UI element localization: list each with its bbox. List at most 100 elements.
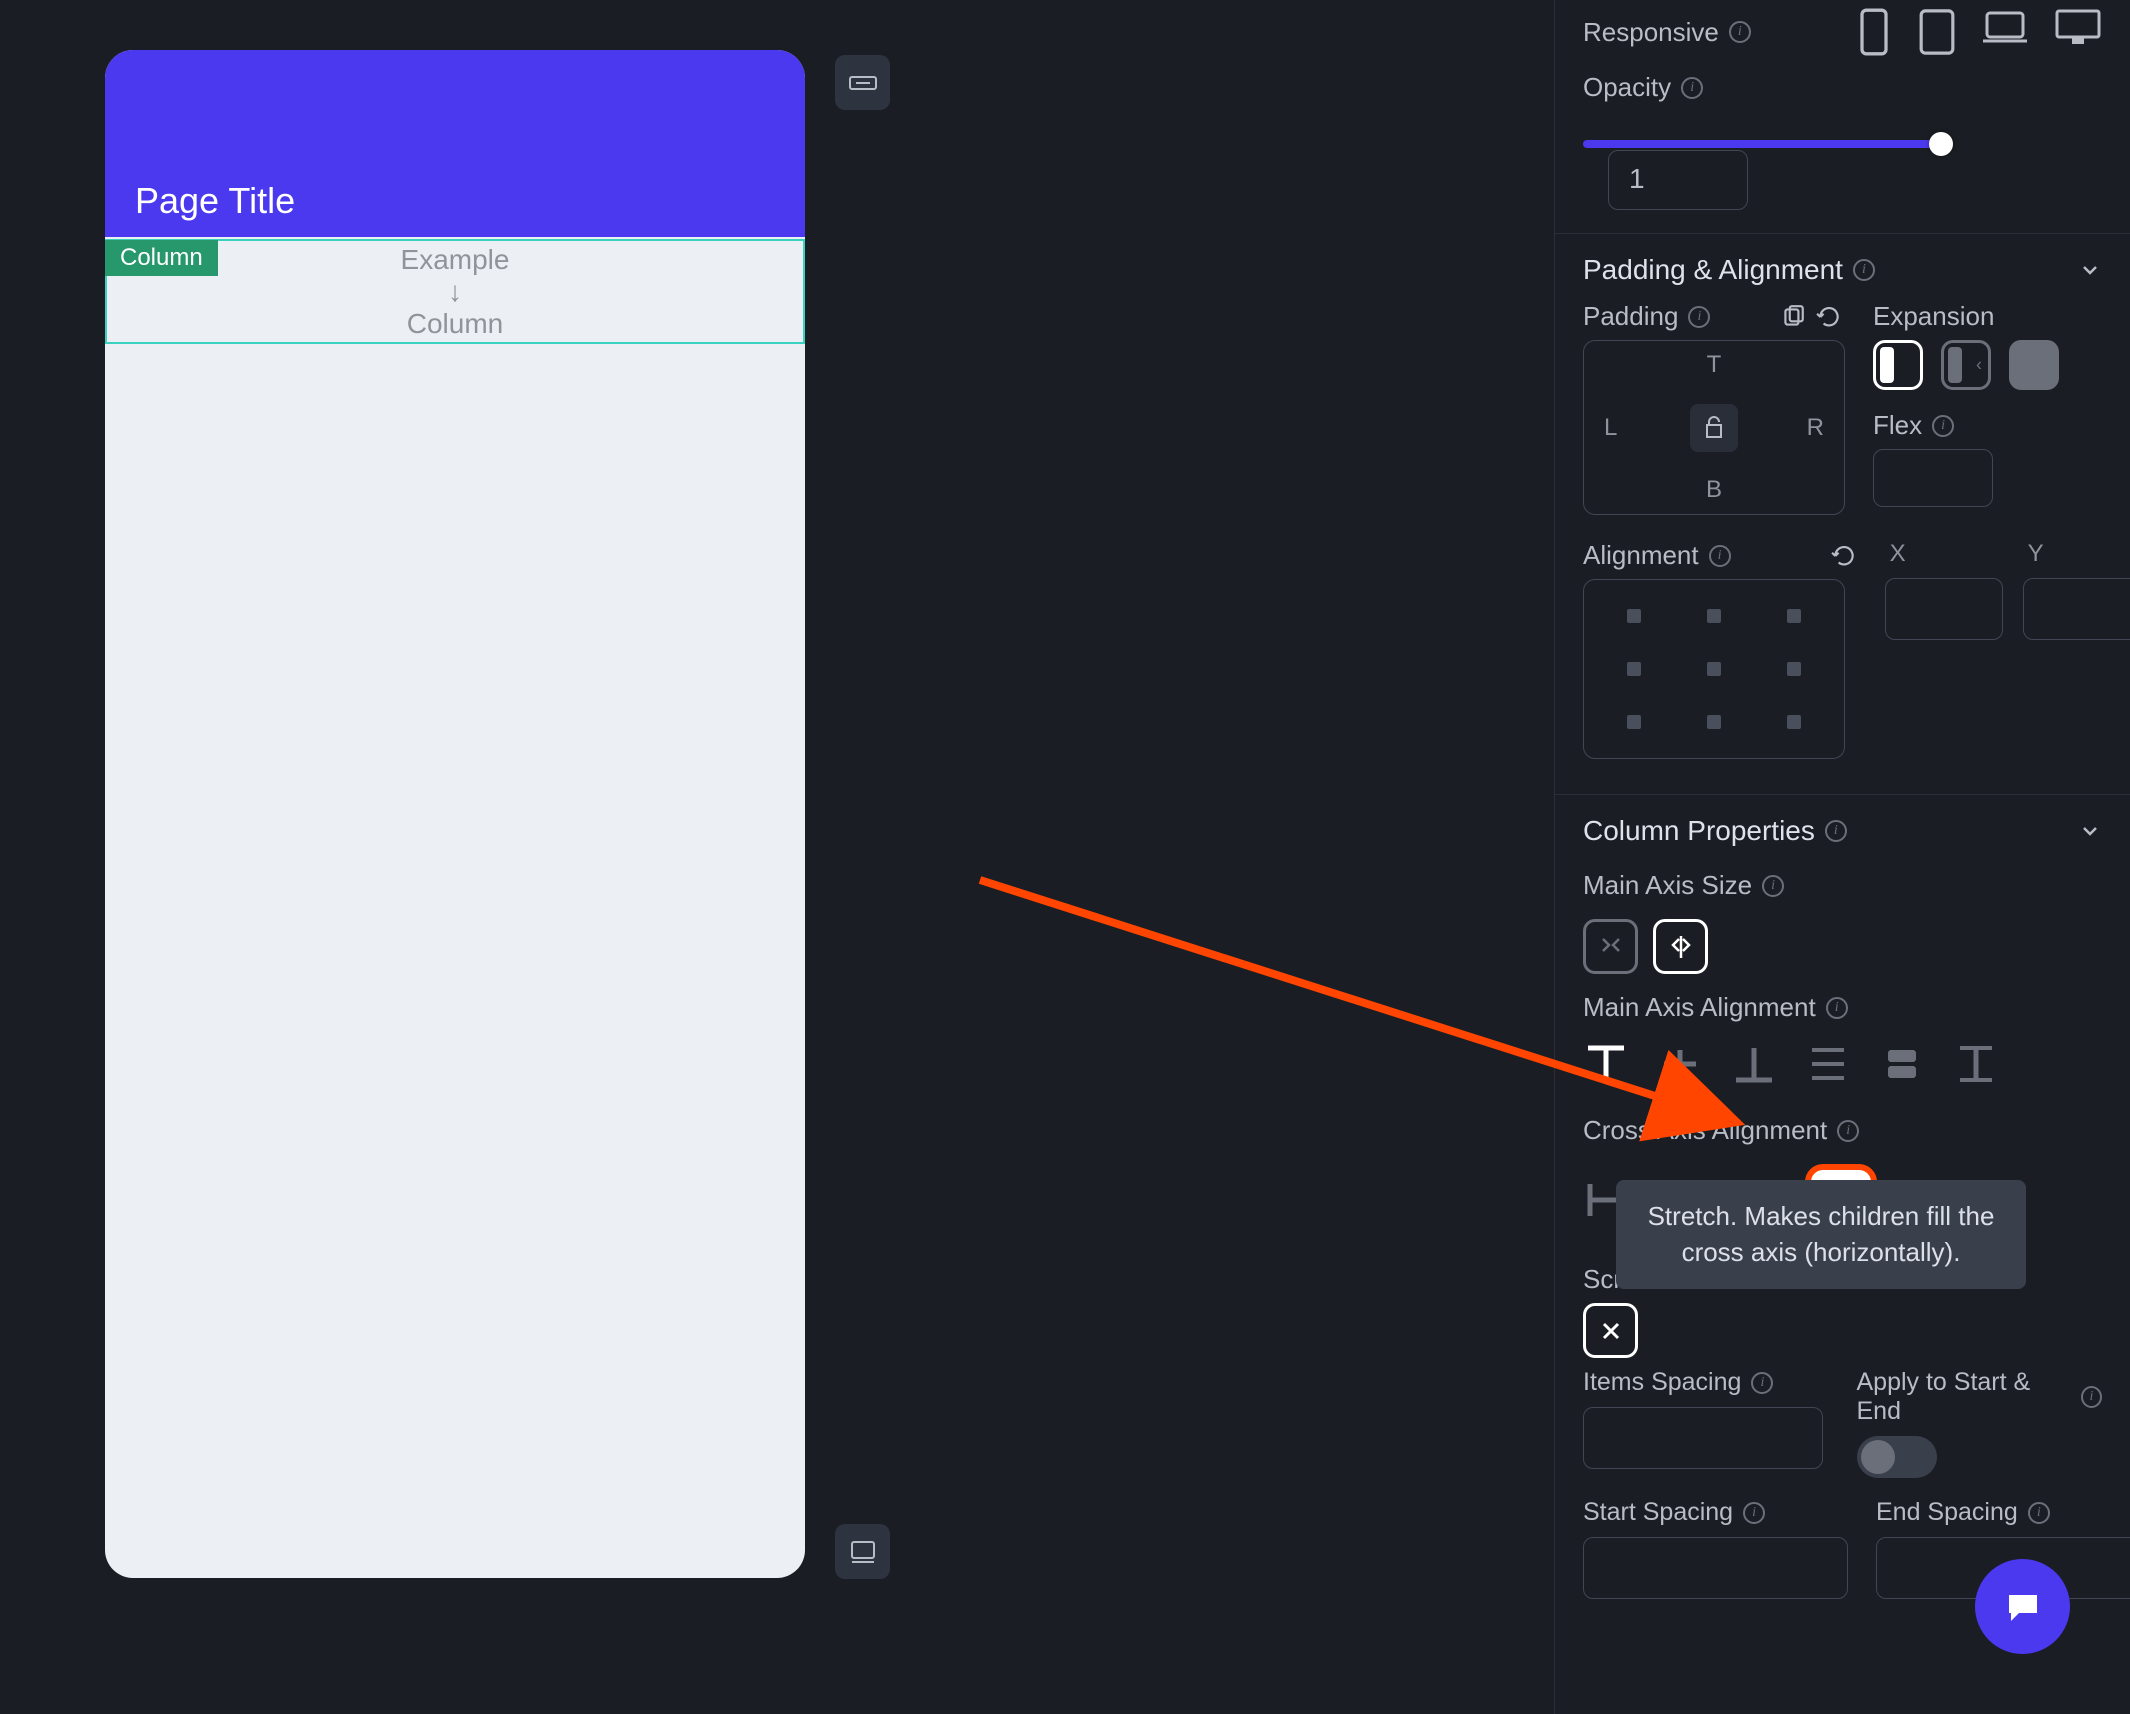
info-icon[interactable] (1751, 1372, 1773, 1394)
info-icon[interactable] (1826, 997, 1848, 1019)
expansion-flex[interactable]: ‹ (1941, 340, 1991, 390)
column-section-header[interactable]: Column Properties (1555, 815, 2130, 862)
align-tc[interactable] (1707, 609, 1721, 623)
info-icon[interactable] (1853, 259, 1875, 281)
info-icon[interactable] (2028, 1502, 2050, 1524)
widget-icon (848, 73, 878, 93)
opacity-input[interactable]: 1 (1608, 150, 1748, 210)
example-text-1: Example (401, 244, 510, 276)
y-label: Y (2023, 540, 2130, 568)
align-bl[interactable] (1627, 715, 1641, 729)
info-icon[interactable] (2081, 1386, 2102, 1408)
align-ml[interactable] (1627, 662, 1641, 676)
monitor-icon (849, 1538, 877, 1566)
padding-bottom[interactable]: B (1706, 476, 1722, 504)
toggle-thumb (1861, 1440, 1895, 1474)
opacity-slider-row: 1 (1555, 111, 2130, 218)
expansion-expanded[interactable] (2009, 340, 2059, 390)
align-br[interactable] (1787, 715, 1801, 729)
padding-section: Padding & Alignment Padding T L R B (1555, 233, 2130, 779)
column-badge[interactable]: Column (105, 240, 218, 276)
canvas-area: Page Title Column Example ↓ Column (0, 0, 1554, 1714)
align-bc[interactable] (1707, 715, 1721, 729)
phone-preview[interactable]: Page Title Column Example ↓ Column (105, 50, 805, 1578)
x-label: X (1885, 540, 2003, 568)
main-align-space-between[interactable] (1805, 1041, 1851, 1087)
phone-icon[interactable] (1855, 8, 1893, 56)
main-axis-max[interactable] (1653, 919, 1708, 974)
preview-header: Page Title (105, 50, 805, 237)
expand-icon (1667, 933, 1695, 961)
items-spacing-label: Items Spacing (1583, 1368, 1829, 1397)
stretch-tooltip: Stretch. Makes children fill the cross a… (1616, 1180, 2026, 1289)
info-icon[interactable] (1688, 306, 1710, 328)
chevron-down-icon[interactable] (2078, 258, 2102, 282)
info-icon[interactable] (1837, 1120, 1859, 1142)
reset-icon[interactable] (1831, 543, 1857, 569)
info-icon[interactable] (1762, 875, 1784, 897)
padding-sub-area: Padding T L R B Expansion (1555, 301, 2130, 515)
main-align-space-around[interactable] (1879, 1041, 1925, 1087)
flex-input[interactable] (1873, 449, 1993, 507)
padding-lock-button[interactable] (1690, 404, 1738, 452)
expansion-none[interactable] (1873, 340, 1923, 390)
end-spacing-label: End Spacing (1876, 1498, 2130, 1527)
info-icon[interactable] (1932, 415, 1954, 437)
tablet-icon[interactable] (1918, 8, 1956, 56)
align-mr[interactable] (1787, 662, 1801, 676)
responsive-row: Responsive (1555, 0, 2130, 64)
start-spacing-label: Start Spacing (1583, 1498, 1848, 1527)
example-text-2: Column (407, 308, 503, 340)
desktop-icon[interactable] (2054, 8, 2102, 48)
y-input[interactable] (2023, 578, 2130, 640)
chat-icon (2001, 1585, 2045, 1629)
main-align-space-evenly[interactable] (1953, 1041, 1999, 1087)
chat-fab[interactable] (1975, 1559, 2070, 1654)
info-icon[interactable] (1743, 1502, 1765, 1524)
reset-icon[interactable] (1816, 304, 1842, 330)
chevron-down-icon[interactable] (2078, 819, 2102, 843)
info-icon[interactable] (1825, 820, 1847, 842)
column-section-title: Column Properties (1583, 815, 1815, 847)
main-axis-min[interactable] (1583, 919, 1638, 974)
x-input[interactable] (1885, 578, 2003, 640)
padding-box[interactable]: T L R B (1583, 340, 1845, 515)
opacity-slider[interactable] (1583, 140, 1943, 148)
padding-section-title: Padding & Alignment (1583, 254, 1843, 286)
main-align-end[interactable] (1731, 1041, 1777, 1087)
laptop-icon[interactable] (1981, 8, 2029, 46)
main-align-center[interactable] (1657, 1041, 1703, 1087)
properties-panel: Responsive Opacity 1 Padding & Alignment… (1554, 0, 2130, 1714)
padding-label: Padding (1583, 301, 1845, 332)
device-tool-button[interactable] (835, 1524, 890, 1579)
info-icon[interactable] (1709, 545, 1731, 567)
padding-section-header[interactable]: Padding & Alignment (1555, 254, 2130, 301)
start-spacing-input[interactable] (1583, 1537, 1848, 1599)
info-icon[interactable] (1681, 77, 1703, 99)
widget-tool-button[interactable] (835, 55, 890, 110)
padding-top[interactable]: T (1707, 351, 1722, 379)
alignment-grid[interactable] (1583, 579, 1845, 759)
info-icon[interactable] (1729, 21, 1751, 43)
apply-start-end-toggle[interactable] (1857, 1436, 1937, 1478)
copy-icon[interactable] (1780, 304, 1806, 330)
responsive-label: Responsive (1583, 17, 1751, 48)
alignment-sub-area: Alignment XY (1555, 540, 2130, 759)
items-spacing-input[interactable] (1583, 1407, 1823, 1469)
padding-right[interactable]: R (1807, 414, 1824, 442)
cross-axis-alignment-label: Cross Axis Alignment (1583, 1115, 1859, 1146)
lock-open-icon (1703, 415, 1725, 441)
expansion-label: Expansion (1873, 301, 2059, 332)
slider-thumb[interactable] (1929, 132, 1953, 156)
main-axis-size-label: Main Axis Size (1583, 870, 1784, 901)
flex-label: Flex (1873, 410, 2059, 441)
shrink-icon (1597, 933, 1625, 961)
main-align-start[interactable] (1583, 1041, 1629, 1087)
align-tr[interactable] (1787, 609, 1801, 623)
align-tl[interactable] (1627, 609, 1641, 623)
padding-left[interactable]: L (1604, 414, 1617, 442)
align-mc[interactable] (1707, 662, 1721, 676)
scroll-off-button[interactable] (1583, 1303, 1638, 1358)
close-icon (1598, 1318, 1624, 1344)
opacity-label: Opacity (1583, 72, 1703, 103)
